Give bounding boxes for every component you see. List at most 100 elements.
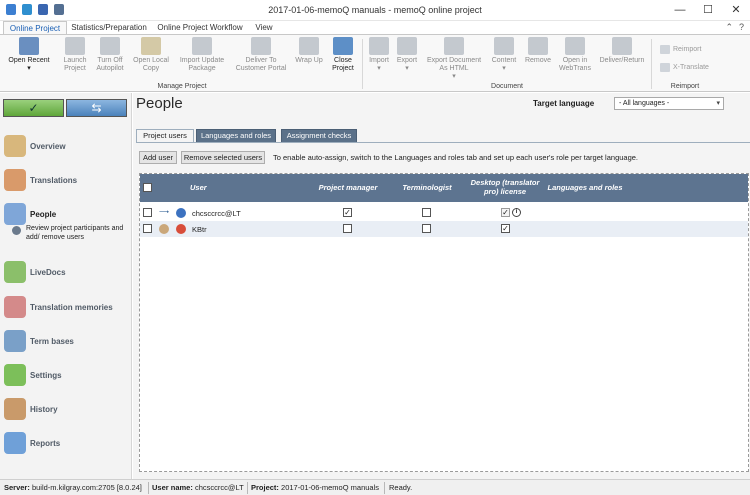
column-project-manager[interactable]: Project manager <box>308 183 388 192</box>
trash-icon <box>528 37 548 55</box>
desktop-license-checkbox[interactable]: ✓ <box>501 224 510 233</box>
nav-item-settings[interactable]: Settings <box>4 364 130 386</box>
group-label-manage-project: Manage Project <box>157 83 207 90</box>
terminologist-checkbox[interactable] <box>422 208 431 217</box>
target-language-select[interactable]: - All languages - ▾ <box>614 97 724 110</box>
window-title: 2017-01-06-memoQ manuals - memoQ online … <box>268 5 482 15</box>
deliver-mail-icon <box>612 37 632 55</box>
open-local-copy-button[interactable]: Open Local Copy <box>131 37 171 73</box>
deliver-return-button[interactable]: Deliver/Return <box>597 37 647 65</box>
user-name: chcsccrcc@LT <box>192 209 241 218</box>
title-bar: 2017-01-06-memoQ manuals - memoQ online … <box>0 0 750 21</box>
open-in-webtrans-button[interactable]: Open in WebTrans <box>556 37 594 73</box>
content-button[interactable]: Content ▾ <box>487 37 521 73</box>
terminologist-checkbox[interactable] <box>422 224 431 233</box>
users-grid: User Project manager Terminologist Deskt… <box>139 173 749 472</box>
nav-item-term-bases[interactable]: Term bases <box>4 330 130 352</box>
user-avatar-icon <box>176 224 186 234</box>
reimport-icon <box>660 45 670 54</box>
tab-project-users[interactable]: Project users <box>136 129 194 143</box>
wrap-up-icon <box>299 37 319 55</box>
maximize-button[interactable]: ☐ <box>694 0 722 21</box>
x-translate-button[interactable]: X-Translate <box>660 63 709 72</box>
remove-button[interactable]: Remove <box>523 37 553 65</box>
select-all-checkbox[interactable] <box>143 183 152 192</box>
remove-selected-users-button[interactable]: Remove selected users <box>181 151 265 164</box>
auto-assign-hint: To enable auto-assign, switch to the Lan… <box>273 153 639 162</box>
open-recent-icon <box>19 37 39 55</box>
row-select-checkbox[interactable] <box>143 208 152 217</box>
user-name-label: User name: <box>152 483 193 492</box>
close-project-icon <box>333 37 353 55</box>
project-manager-checkbox[interactable] <box>343 224 352 233</box>
people-panel: People Target language - All languages -… <box>133 93 750 479</box>
people-icon <box>4 203 26 225</box>
collapse-ribbon-icon[interactable]: ⌃ <box>725 22 733 33</box>
target-language-label: Target language <box>533 99 595 108</box>
wrap-up-button[interactable]: Wrap Up <box>292 37 326 65</box>
globe-icon <box>565 37 585 55</box>
chevron-down-icon: ▾ <box>716 100 720 107</box>
person-icon <box>159 224 169 234</box>
open-recent-button[interactable]: Open Recent ▾ <box>4 37 54 73</box>
sync-button[interactable]: ⇆ <box>66 99 127 117</box>
reports-icon <box>4 432 26 454</box>
translation-memories-icon <box>4 296 26 318</box>
nav-item-people[interactable]: People <box>4 203 130 225</box>
table-row[interactable]: KBtr ✓ <box>140 221 748 237</box>
nav-item-translations[interactable]: Translations <box>4 169 130 191</box>
column-user[interactable]: User <box>190 183 207 192</box>
column-languages-and-roles[interactable]: Languages and roles <box>540 183 630 192</box>
project-value: 2017-01-06-memoQ manuals <box>281 483 379 492</box>
status-text: Ready. <box>389 483 413 492</box>
nav-item-livedocs[interactable]: LiveDocs <box>4 261 130 283</box>
nav-item-translation-memories[interactable]: Translation memories <box>4 296 130 318</box>
column-desktop-license[interactable]: Desktop (translator pro) license <box>465 178 545 196</box>
info-icon[interactable]: i <box>512 208 521 217</box>
project-manager-checkbox[interactable]: ✓ <box>343 208 352 217</box>
close-project-button[interactable]: Close Project <box>328 37 358 73</box>
people-description: Review project participants and add/ rem… <box>12 225 126 242</box>
grid-header: User Project manager Terminologist Deskt… <box>140 174 748 202</box>
row-select-checkbox[interactable] <box>143 224 152 233</box>
folder-icon <box>141 37 161 55</box>
tab-statistics-preparation[interactable]: Statistics/Preparation <box>68 21 150 35</box>
launch-project-button[interactable]: Launch Project <box>58 37 92 73</box>
tab-languages-and-roles[interactable]: Languages and roles <box>196 129 276 143</box>
add-user-button[interactable]: Add user <box>139 151 177 164</box>
html-icon <box>444 37 464 55</box>
tab-online-project-workflow[interactable]: Online Project Workflow <box>152 21 248 35</box>
nav-item-history[interactable]: History <box>4 398 130 420</box>
desktop-license-checkbox[interactable]: ✓ <box>501 208 510 217</box>
server-label: Server: <box>4 483 30 492</box>
turn-off-autopilot-button[interactable]: Turn Off Autopilot <box>92 37 128 73</box>
deliver-to-customer-portal-button[interactable]: Deliver To Customer Portal <box>232 37 290 73</box>
left-navigation: ✓ ⇆ Overview Translations People Review … <box>0 93 132 479</box>
table-row[interactable]: ⟶ chcsccrcc@LT ✓ ✓ i <box>140 205 748 221</box>
accept-button[interactable]: ✓ <box>3 99 64 117</box>
settings-gears-icon <box>4 364 26 386</box>
group-label-reimport: Reimport <box>670 83 700 90</box>
group-label-document: Document <box>491 83 523 90</box>
import-button[interactable]: Import ▾ <box>366 37 392 73</box>
nav-item-overview[interactable]: Overview <box>4 135 130 157</box>
reimport-button[interactable]: Reimport <box>660 45 701 54</box>
user-name: KBtr <box>192 225 207 234</box>
tab-assignment-checks[interactable]: Assignment checks <box>281 129 357 143</box>
help-icon[interactable]: ? <box>739 22 744 33</box>
minimize-button[interactable]: — <box>666 0 694 21</box>
user-name-value: chcsccrcc@LT <box>194 483 244 492</box>
server-value: build-m.kilgray.com:2705 [8.0.24] <box>31 483 142 492</box>
export-document-as-html-button[interactable]: Export Document As HTML ▾ <box>424 37 484 81</box>
nav-item-reports[interactable]: Reports <box>4 432 130 454</box>
history-icon <box>4 398 26 420</box>
tab-view[interactable]: View <box>250 21 278 35</box>
export-icon <box>397 37 417 55</box>
column-terminologist[interactable]: Terminologist <box>392 183 462 192</box>
tab-online-project[interactable]: Online Project <box>3 21 67 35</box>
page-title: People <box>136 95 183 112</box>
export-button[interactable]: Export ▾ <box>394 37 420 73</box>
import-update-package-button[interactable]: Import Update Package <box>174 37 230 73</box>
translations-icon <box>4 169 26 191</box>
close-window-button[interactable]: ✕ <box>722 0 750 21</box>
